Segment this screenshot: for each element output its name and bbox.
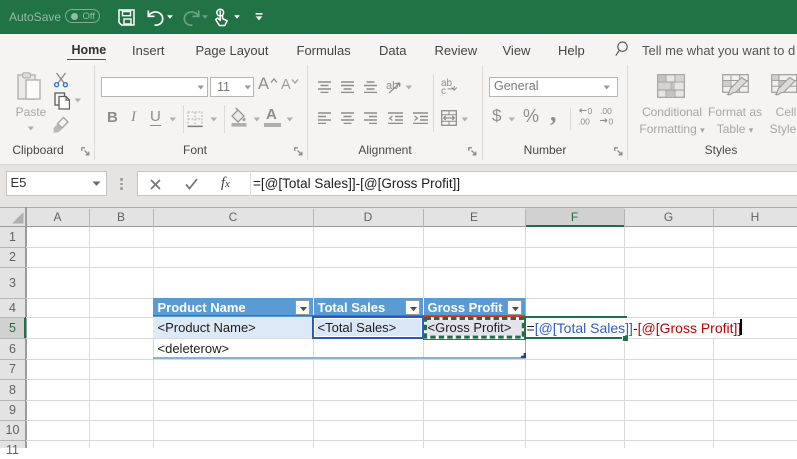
svg-text:c: c bbox=[441, 86, 446, 95]
svg-text:0: 0 bbox=[609, 117, 614, 127]
svg-text:.00: .00 bbox=[578, 117, 590, 127]
svg-text:0: 0 bbox=[588, 107, 593, 116]
svg-text:.00: .00 bbox=[600, 107, 612, 116]
